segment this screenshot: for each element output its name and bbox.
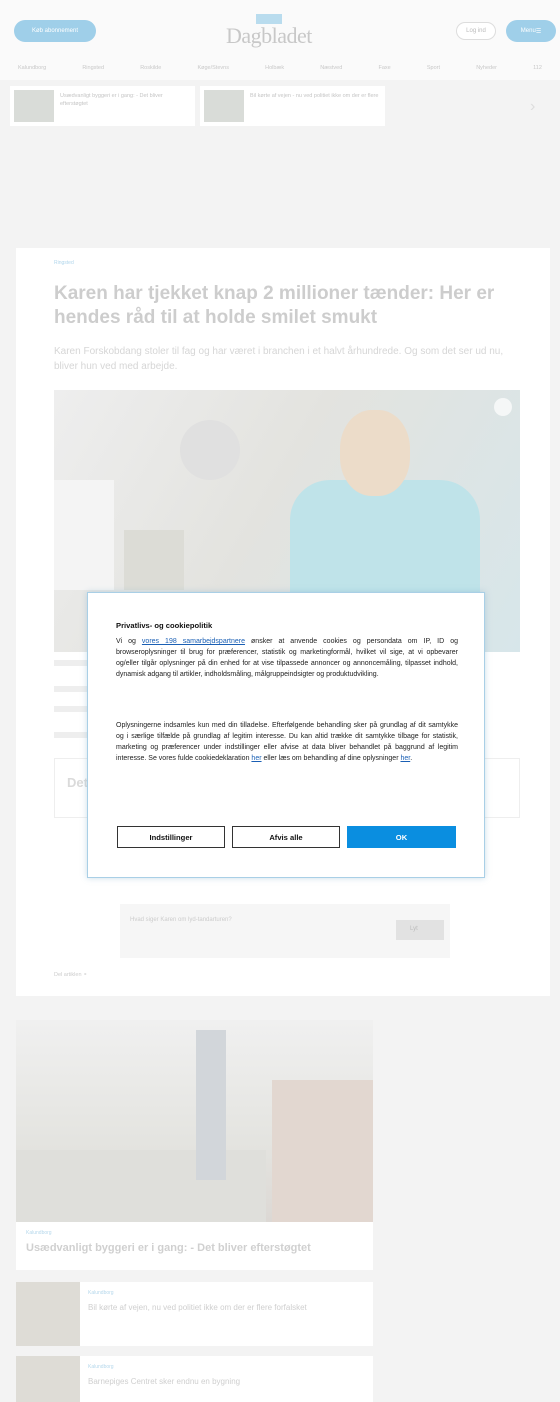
audio-play-button[interactable]: Lyt (396, 920, 444, 940)
teaser-thumbnail (14, 90, 54, 122)
card-title: Usædvanligt byggeri er i gang: - Det bli… (26, 1242, 311, 1254)
settings-button[interactable]: Indstillinger (117, 826, 225, 848)
nav-item[interactable]: Nyheder (476, 65, 497, 71)
teaser-title: Usædvanligt byggeri er i gang: - Det bli… (60, 93, 163, 107)
reject-all-button[interactable]: Afvis alle (232, 826, 340, 848)
teaser-card[interactable]: Usædvanligt byggeri er i gang: - Det bli… (10, 86, 195, 126)
card-tag: Kalundborg (88, 1290, 114, 1296)
reject-label: Afvis alle (269, 832, 303, 842)
nav-item[interactable]: Kalundborg (18, 65, 46, 71)
card-thumbnail (16, 1282, 80, 1346)
ok-button[interactable]: OK (347, 826, 456, 848)
share-icon[interactable]: ⚬ (83, 972, 88, 978)
nav-item[interactable]: 112 (533, 65, 542, 71)
login-button[interactable]: Log ind (456, 22, 496, 40)
zoom-icon[interactable] (494, 398, 512, 416)
consent-title: Privatlivs- og cookiepolitik (116, 621, 213, 630)
article-headline: Karen har tjekket knap 2 millioner tænde… (54, 283, 495, 328)
subscribe-button[interactable]: Køb abonnement (14, 20, 96, 42)
audio-player: Hvad siger Karen om lyd-tandarturen? Lyt (120, 904, 450, 958)
nav-item[interactable]: Køge/Stevns (197, 65, 229, 71)
article-card-small[interactable]: Kalundborg Barnepiges Centret sker endnu… (16, 1356, 373, 1402)
nav-item[interactable]: Roskilde (140, 65, 161, 71)
ground (16, 1150, 266, 1222)
site-logo[interactable]: Dagbladet (226, 23, 312, 49)
share-label: Del artiklen (54, 972, 82, 978)
card-tag: Kalundborg (26, 1230, 52, 1236)
subscribe-label: Køb abonnement (31, 28, 79, 34)
article-card-large[interactable]: Kalundborg Usædvanligt byggeri er i gang… (16, 1020, 373, 1270)
consent-paragraph-1: Vi og vores 198 samarbejdspartnere ønske… (116, 637, 458, 681)
article-kicker[interactable]: Ringsted (54, 260, 74, 266)
menu-label: Menu (520, 28, 536, 34)
shelf (124, 530, 184, 590)
window (54, 480, 114, 590)
dental-lamp (180, 420, 240, 480)
ok-label: OK (395, 832, 408, 842)
consent-p2-mid: eller læs om behandling af dine oplysnin… (261, 754, 401, 762)
audio-text: Hvad siger Karen om lyd-tandarturen? (130, 917, 232, 923)
card-tag: Kalundborg (88, 1364, 114, 1370)
consent-p2-end: . (410, 754, 413, 762)
info-box-title: Det (67, 775, 88, 790)
nav-item[interactable]: Næstved (320, 65, 342, 71)
chevron-right-icon[interactable]: › (530, 98, 535, 116)
hamburger-icon: ☰ (535, 28, 542, 35)
card-thumbnail (16, 1356, 80, 1402)
consent-p1-prefix: Vi og (116, 638, 142, 645)
privacy-link[interactable]: her (400, 755, 410, 762)
article-lead: Karen Forskobdang stoler til fag og har … (54, 346, 504, 372)
card-title: Barnepiges Centret sker endnu en bygning (88, 1377, 241, 1386)
nav-item[interactable]: Ringsted (82, 65, 104, 71)
teaser-title: Bil kørte af vejen - nu ved politiet ikk… (250, 93, 379, 99)
cookie-consent-dialog: Privatlivs- og cookiepolitik Vi og vores… (87, 592, 485, 878)
card-image (16, 1020, 373, 1222)
teaser-strip: Usædvanligt byggeri er i gang: - Det bli… (0, 82, 560, 132)
crane (196, 1030, 226, 1180)
partners-link[interactable]: vores 198 samarbejdspartnere (142, 638, 245, 645)
settings-label: Indstillinger (149, 832, 193, 842)
main-nav: Kalundborg Ringsted Roskilde Køge/Stevns… (0, 60, 560, 76)
site-header: Køb abonnement Dagbladet Log ind Menu ☰ … (0, 0, 560, 80)
article-card-small[interactable]: Kalundborg Bil kørte af vejen, nu ved po… (16, 1282, 373, 1346)
share-row[interactable]: Del artiklen ⚬ (54, 972, 88, 978)
dentist-head (340, 410, 410, 496)
nav-item[interactable]: Holbæk (265, 65, 284, 71)
audio-play-label: Lyt (410, 926, 418, 932)
menu-button[interactable]: Menu ☰ (506, 20, 556, 42)
nav-item[interactable]: Sport (427, 65, 440, 71)
teaser-thumbnail (204, 90, 244, 122)
cookie-declaration-link[interactable]: her (251, 755, 261, 762)
card-title: Bil kørte af vejen, nu ved politiet ikke… (88, 1303, 307, 1312)
login-label: Log ind (466, 28, 486, 34)
consent-paragraph-2: Oplysningerne indsamles kun med din till… (116, 721, 458, 765)
nav-item[interactable]: Faxe (378, 65, 390, 71)
house (272, 1080, 373, 1222)
teaser-card[interactable]: Bil kørte af vejen - nu ved politiet ikk… (200, 86, 385, 126)
